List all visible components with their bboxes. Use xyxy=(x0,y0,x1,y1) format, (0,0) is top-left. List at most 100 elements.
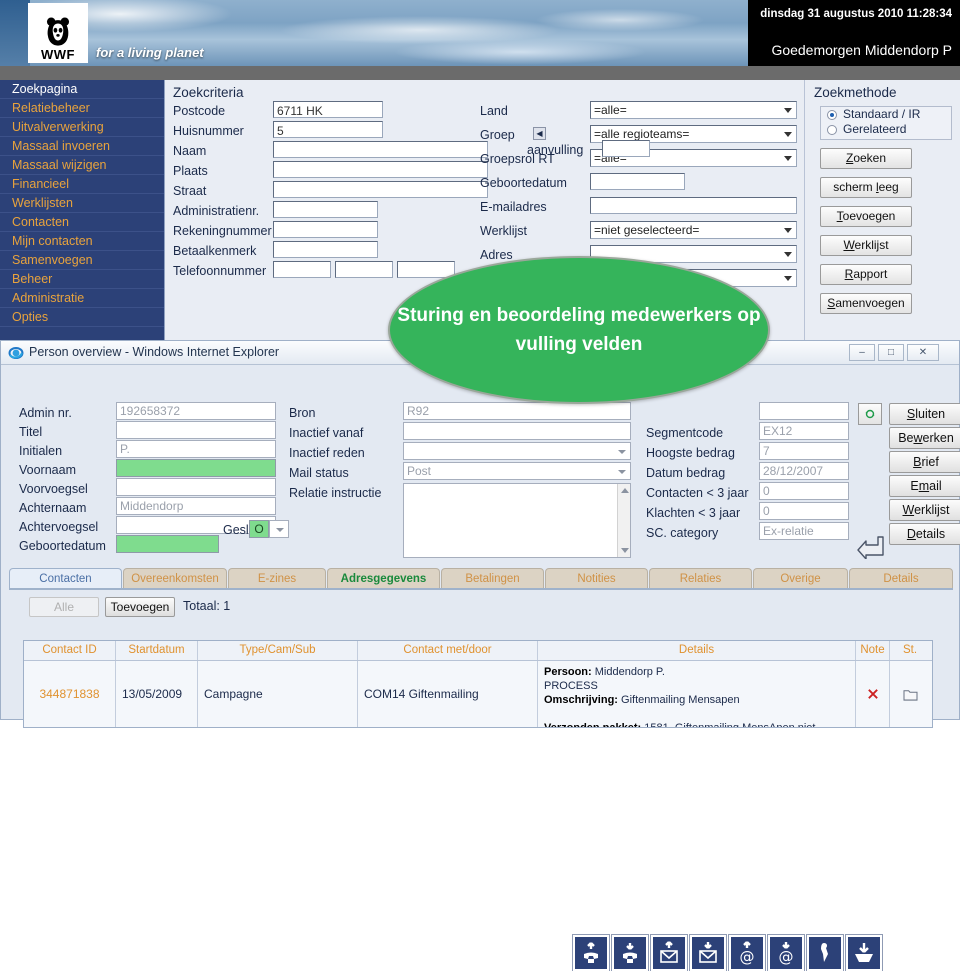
sidebar-item-samenvoegen[interactable]: Samenvoegen xyxy=(0,251,164,270)
cell-status[interactable] xyxy=(890,661,930,727)
radio-icon[interactable] xyxy=(827,124,837,135)
method-button-werklijst[interactable]: Werklijst xyxy=(820,235,912,256)
gender-dropdown[interactable] xyxy=(269,520,289,538)
sidebar-item-uitvalverwerking[interactable]: Uitvalverwerking xyxy=(0,118,164,137)
person-mail-status-select[interactable]: Post xyxy=(403,462,631,480)
person-right-input-6[interactable]: Ex-relatie xyxy=(759,522,849,540)
action-button-email[interactable]: Email xyxy=(889,475,960,497)
action-button-bewerken[interactable]: Bewerken xyxy=(889,427,960,449)
sidebar-item-relatiebeheer[interactable]: Relatiebeheer xyxy=(0,99,164,118)
telefoonnummer-input-1[interactable] xyxy=(273,261,331,278)
sidebar-item-werklijsten[interactable]: Werklijsten xyxy=(0,194,164,213)
method-button-scherm-leeg[interactable]: scherm leeg xyxy=(820,177,912,198)
column-header-note[interactable]: Note xyxy=(856,641,890,660)
search-input-administratienr-[interactable] xyxy=(273,201,378,218)
action-button-sluiten[interactable]: Sluiten xyxy=(889,403,960,425)
table-row[interactable]: 344871838 13/05/2009 Campagne COM14 Gift… xyxy=(24,661,932,727)
refresh-button[interactable] xyxy=(858,403,882,425)
search-input-huisnummer[interactable]: 5 xyxy=(273,121,383,138)
person-right-input-2[interactable]: 7 xyxy=(759,442,849,460)
sidebar-item-massaal-wijzigen[interactable]: Massaal wijzigen xyxy=(0,156,164,175)
search-input-naam[interactable] xyxy=(273,141,488,158)
toevoegen-button[interactable]: Toevoegen xyxy=(105,597,175,617)
person-right-input-1[interactable]: EX12 xyxy=(759,422,849,440)
relatie-instructie-textarea[interactable] xyxy=(403,483,631,558)
sidebar-item-contacten[interactable]: Contacten xyxy=(0,213,164,232)
pin-icon[interactable] xyxy=(806,934,844,971)
method-button-samenvoegen[interactable]: Samenvoegen xyxy=(820,293,912,314)
mail-outgoing-icon[interactable] xyxy=(650,934,688,971)
action-button-brief[interactable]: Brief xyxy=(889,451,960,473)
tab-e-zines[interactable]: E-zines xyxy=(228,568,326,589)
person-input-voornaam[interactable] xyxy=(116,459,276,477)
person-input-geboortedatum[interactable] xyxy=(116,535,219,553)
person-bron-input[interactable]: R92 xyxy=(403,402,631,420)
mail-incoming-icon[interactable] xyxy=(689,934,727,971)
search-werklijst-select[interactable]: =niet geselecteerd= xyxy=(590,221,797,239)
person-input-achternaam[interactable]: Middendorp xyxy=(116,497,276,515)
sidebar-item-beheer[interactable]: Beheer xyxy=(0,270,164,289)
radio-option-0[interactable]: Standaard / IR xyxy=(821,107,951,122)
search-geboortedatum-input[interactable] xyxy=(590,173,685,190)
person-input-voorvoegsel[interactable] xyxy=(116,478,276,496)
textarea-scrollbar[interactable] xyxy=(617,484,630,557)
person-input-admin-nr[interactable]: 192658372 xyxy=(116,402,276,420)
cell-note[interactable] xyxy=(856,661,890,727)
window-minimize-button[interactable]: – xyxy=(849,344,875,361)
cell-contact-id[interactable]: 344871838 xyxy=(39,687,99,701)
search-e-mailadres-input[interactable] xyxy=(590,197,797,214)
tab-betalingen[interactable]: Betalingen xyxy=(441,568,544,589)
aanvulling-input[interactable] xyxy=(602,140,650,157)
person-right-input-0[interactable] xyxy=(759,402,849,420)
column-header-contact-met-door[interactable]: Contact met/door xyxy=(358,641,538,660)
person-right-input-5[interactable]: 0 xyxy=(759,502,849,520)
search-input-postcode[interactable]: 6711 HK xyxy=(273,101,383,118)
tab-contacten[interactable]: Contacten xyxy=(9,568,122,589)
method-button-zoeken[interactable]: Zoeken xyxy=(820,148,912,169)
person-inactief-reden-select[interactable] xyxy=(403,442,631,460)
tab-adresgegevens[interactable]: Adresgegevens xyxy=(327,568,440,589)
inbox-download-icon[interactable] xyxy=(845,934,883,971)
search-input-rekeningnummer[interactable] xyxy=(273,221,378,238)
telefoonnummer-input-2[interactable] xyxy=(335,261,393,278)
tab-overeenkomsten[interactable]: Overeenkomsten xyxy=(123,568,227,589)
tab-overige[interactable]: Overige xyxy=(753,568,848,589)
column-header-type-cam-sub[interactable]: Type/Cam/Sub xyxy=(198,641,358,660)
person-right-input-4[interactable]: 0 xyxy=(759,482,849,500)
column-header-startdatum[interactable]: Startdatum xyxy=(116,641,198,660)
column-header-contact-id[interactable]: Contact ID xyxy=(24,641,116,660)
radio-option-1[interactable]: Gerelateerd xyxy=(821,122,951,137)
gender-value[interactable]: O xyxy=(249,520,269,538)
action-button-werklijst[interactable]: Werklijst xyxy=(889,499,960,521)
tab-relaties[interactable]: Relaties xyxy=(649,568,752,589)
sidebar-item-opties[interactable]: Opties xyxy=(0,308,164,327)
sidebar-item-administratie[interactable]: Administratie xyxy=(0,289,164,308)
sidebar-item-massaal-invoeren[interactable]: Massaal invoeren xyxy=(0,137,164,156)
window-maximize-button[interactable]: □ xyxy=(878,344,904,361)
sidebar-item-zoekpagina[interactable]: Zoekpagina xyxy=(0,80,164,99)
person-input-initialen[interactable]: P. xyxy=(116,440,276,458)
person-right-input-3[interactable]: 28/12/2007 xyxy=(759,462,849,480)
tab-notities[interactable]: Notities xyxy=(545,568,648,589)
email-incoming-icon[interactable]: @ xyxy=(767,934,805,971)
column-header-details[interactable]: Details xyxy=(538,641,856,660)
scroll-down-icon[interactable] xyxy=(621,548,629,553)
aanvulling-spin-button[interactable]: ◀ xyxy=(533,127,546,140)
alle-button[interactable]: Alle xyxy=(29,597,99,617)
person-inactief-vanaf-input[interactable] xyxy=(403,422,631,440)
window-close-button[interactable]: ✕ xyxy=(907,344,939,361)
phone-incoming-icon[interactable] xyxy=(611,934,649,971)
tab-details[interactable]: Details xyxy=(849,568,953,589)
search-input-betaalkenmerk[interactable] xyxy=(273,241,378,258)
search-land-select[interactable]: =alle= xyxy=(590,101,797,119)
sidebar-item-mijn-contacten[interactable]: Mijn contacten xyxy=(0,232,164,251)
person-input-titel[interactable] xyxy=(116,421,276,439)
radio-icon[interactable] xyxy=(827,109,837,120)
method-button-toevoegen[interactable]: Toevoegen xyxy=(820,206,912,227)
method-button-rapport[interactable]: Rapport xyxy=(820,264,912,285)
back-arrow-button[interactable] xyxy=(856,533,886,560)
search-input-straat[interactable] xyxy=(273,181,488,198)
column-header-st-[interactable]: St. xyxy=(890,641,930,660)
email-outgoing-icon[interactable]: @ xyxy=(728,934,766,971)
search-input-plaats[interactable] xyxy=(273,161,488,178)
